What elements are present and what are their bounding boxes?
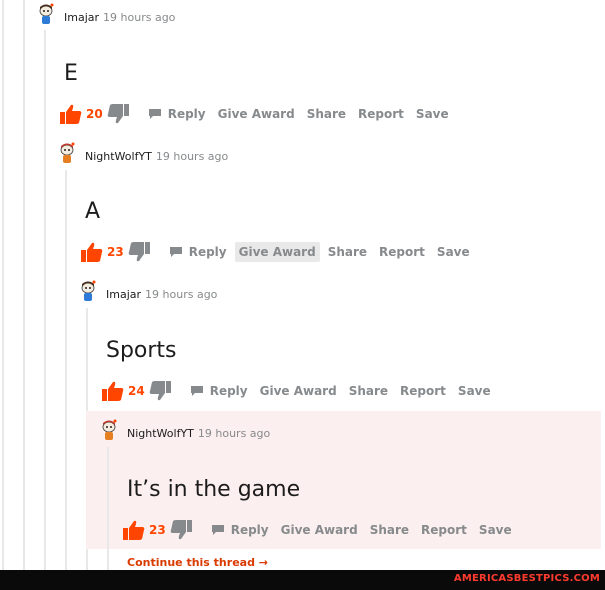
save-button[interactable]: Save — [412, 104, 453, 124]
comment-bubble-icon — [169, 247, 182, 257]
downvote-icon[interactable] — [106, 103, 130, 125]
downvote-icon[interactable] — [169, 519, 193, 541]
reply-button[interactable]: Reply — [186, 381, 252, 401]
vote-score: 23 — [149, 523, 166, 537]
username-link[interactable]: NightWolfYT — [127, 427, 194, 440]
comment-actions: 20 Reply Give Award Share Report Save — [59, 103, 453, 125]
give-award-button[interactable]: Give Award — [256, 381, 341, 401]
thread-line[interactable] — [23, 0, 25, 570]
reply-button[interactable]: Reply — [207, 520, 273, 540]
save-button[interactable]: Save — [454, 381, 495, 401]
reply-label: Reply — [167, 107, 206, 121]
comment-bubble-icon — [211, 525, 224, 535]
reply-button[interactable]: Reply — [165, 242, 231, 262]
username-link[interactable]: Imajar — [64, 11, 99, 24]
comment-bubble-icon — [148, 109, 161, 119]
snoo-avatar-icon[interactable] — [77, 280, 99, 302]
snoo-avatar-icon[interactable] — [98, 419, 120, 441]
comment-author: Imajar 19 hours ago — [64, 11, 175, 24]
comment-actions: 23 Reply Give Award Share Report Save — [80, 241, 474, 263]
timestamp[interactable]: 19 hours ago — [156, 150, 228, 163]
report-button[interactable]: Report — [354, 104, 408, 124]
comment-actions: 24 Reply Give Award Share Report Save — [101, 380, 495, 402]
vote-score: 24 — [128, 384, 145, 398]
comment-body: It’s in the game — [127, 477, 301, 502]
save-button[interactable]: Save — [433, 242, 474, 262]
give-award-button[interactable]: Give Award — [234, 242, 320, 262]
reply-label: Reply — [230, 523, 269, 537]
thread-line[interactable] — [2, 0, 4, 570]
snoo-avatar-icon[interactable] — [56, 142, 78, 164]
comment-author: NightWolfYT 19 hours ago — [127, 427, 270, 440]
report-button[interactable]: Report — [375, 242, 429, 262]
upvote-icon[interactable] — [101, 380, 125, 402]
thread-line[interactable] — [107, 447, 109, 570]
watermark-bar: AMERICASBESTPICS.COM — [0, 570, 605, 590]
comment-author: NightWolfYT 19 hours ago — [85, 150, 228, 163]
downvote-icon[interactable] — [148, 380, 172, 402]
upvote-icon[interactable] — [59, 103, 83, 125]
reply-label: Reply — [209, 384, 248, 398]
share-button[interactable]: Share — [345, 381, 392, 401]
comment-bubble-icon — [190, 386, 203, 396]
timestamp[interactable]: 19 hours ago — [103, 11, 175, 24]
upvote-icon[interactable] — [80, 241, 104, 263]
reply-label: Reply — [188, 245, 227, 259]
thread-line[interactable] — [44, 30, 46, 570]
comment-actions: 23 Reply Give Award Share Report Save — [122, 519, 516, 541]
upvote-icon[interactable] — [122, 519, 146, 541]
timestamp[interactable]: 19 hours ago — [198, 427, 270, 440]
timestamp[interactable]: 19 hours ago — [145, 288, 217, 301]
vote-score: 23 — [107, 245, 124, 259]
share-button[interactable]: Share — [303, 104, 350, 124]
save-button[interactable]: Save — [475, 520, 516, 540]
report-button[interactable]: Report — [417, 520, 471, 540]
comment-body: E — [64, 61, 78, 86]
continue-thread-link[interactable]: Continue this thread → — [127, 556, 268, 569]
give-award-button[interactable]: Give Award — [214, 104, 299, 124]
share-button[interactable]: Share — [324, 242, 371, 262]
reply-button[interactable]: Reply — [144, 104, 210, 124]
give-award-button[interactable]: Give Award — [277, 520, 362, 540]
thread-line[interactable] — [65, 170, 67, 570]
share-button[interactable]: Share — [366, 520, 413, 540]
watermark-text: AMERICASBESTPICS.COM — [453, 573, 600, 584]
vote-score: 20 — [86, 107, 103, 121]
downvote-icon[interactable] — [127, 241, 151, 263]
comment-body: A — [85, 199, 101, 224]
comment-author: Imajar 19 hours ago — [106, 288, 217, 301]
username-link[interactable]: Imajar — [106, 288, 141, 301]
report-button[interactable]: Report — [396, 381, 450, 401]
username-link[interactable]: NightWolfYT — [85, 150, 152, 163]
snoo-avatar-icon[interactable] — [35, 3, 57, 25]
comment-body: Sports — [106, 338, 177, 363]
